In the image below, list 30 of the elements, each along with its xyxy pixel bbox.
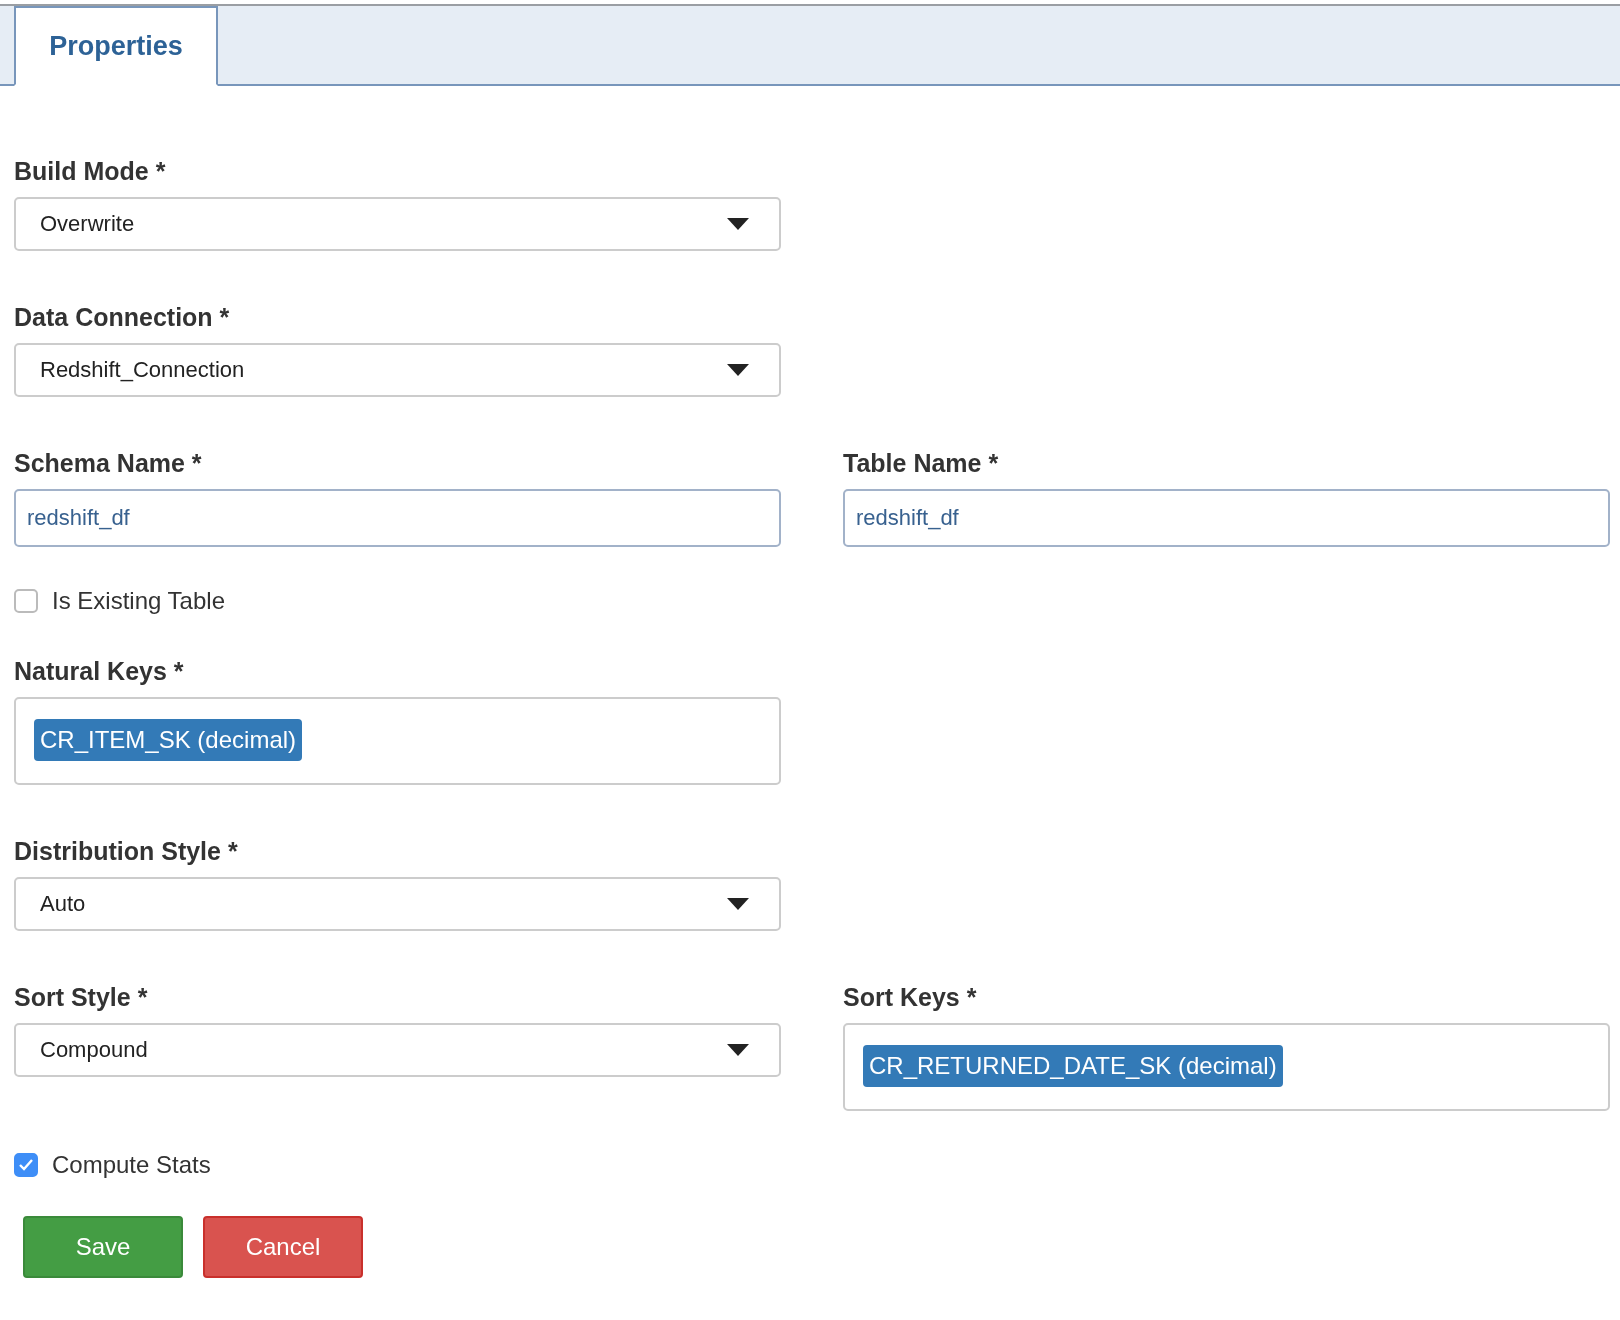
tag-input-field[interactable]: CR_RETURNED_DATE_SK (decimal) [843, 1023, 1610, 1111]
checkbox[interactable] [14, 589, 38, 613]
caret-icon [727, 218, 749, 230]
field-label: Data Connection * [14, 303, 230, 331]
field-label: Sort Style * [14, 983, 148, 1011]
checkbox-label: Compute Stats [52, 1151, 211, 1179]
cancel-button[interactable]: Cancel [203, 1216, 363, 1278]
field-label: Build Mode * [14, 157, 166, 185]
tag-input-field[interactable]: CR_ITEM_SK (decimal) [14, 697, 781, 785]
dropdown[interactable]: Overwrite [14, 197, 781, 251]
checkbox-label: Is Existing Table [52, 587, 225, 615]
field-label: Schema Name * [14, 449, 202, 477]
caret-icon [727, 898, 749, 910]
checkmark-icon [18, 1158, 34, 1172]
field-label: Table Name * [843, 449, 999, 477]
key-tag[interactable]: CR_RETURNED_DATE_SK (decimal) [863, 1045, 1283, 1087]
dropdown[interactable]: Auto [14, 877, 781, 931]
dropdown[interactable]: Compound [14, 1023, 781, 1077]
checkbox[interactable] [14, 1153, 38, 1177]
save-button[interactable]: Save [23, 1216, 183, 1278]
caret-icon [727, 1044, 749, 1056]
key-tag[interactable]: CR_ITEM_SK (decimal) [34, 719, 303, 761]
field-label: Sort Keys * [843, 983, 977, 1011]
text-field[interactable]: redshift_df [843, 489, 1610, 547]
text-field[interactable]: redshift_df [14, 489, 781, 547]
field-label: Natural Keys * [14, 657, 184, 685]
caret-icon [727, 364, 749, 376]
field-label: Distribution Style * [14, 837, 238, 865]
properties-tab[interactable]: Properties [14, 6, 218, 86]
dropdown[interactable]: Redshift_Connection [14, 343, 781, 397]
